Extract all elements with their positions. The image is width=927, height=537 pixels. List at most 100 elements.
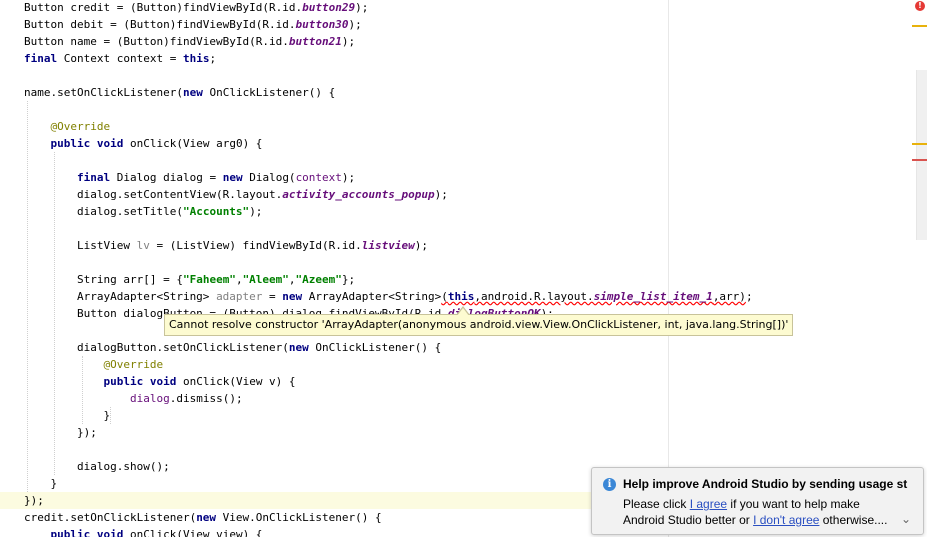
code-token: = <box>262 290 283 303</box>
code-token: button21 <box>288 35 342 48</box>
code-line[interactable] <box>0 441 912 458</box>
code-token: "Accounts" <box>182 205 250 218</box>
code-token: adapter <box>216 290 263 303</box>
code-token: "Aleem" <box>242 273 289 286</box>
code-editor[interactable]: Button credit = (Button)findViewById(R.i… <box>0 0 912 537</box>
code-line[interactable] <box>0 152 912 169</box>
usage-stats-notification: i Help improve Android Studio by sending… <box>591 467 924 535</box>
code-token: simple_list_item_1 <box>593 290 713 303</box>
code-token: String arr[] = { <box>24 273 183 286</box>
code-token: dialogButton.setOnClickListener( <box>24 341 289 354</box>
code-token: ; <box>745 290 753 303</box>
code-token: = (ListView) findViewById(R.id. <box>149 239 362 252</box>
code-line[interactable]: dialog.setTitle("Accounts"); <box>0 203 912 220</box>
code-token: new <box>288 341 309 354</box>
code-token: @Override <box>50 120 111 133</box>
code-token: this <box>447 290 475 303</box>
warning-marker[interactable] <box>912 143 927 145</box>
error-marker[interactable] <box>912 159 927 161</box>
code-line[interactable]: final Dialog dialog = new Dialog(context… <box>0 169 912 186</box>
code-token: ); <box>355 1 369 14</box>
code-token: }; <box>341 273 356 286</box>
code-line[interactable]: Button debit = (Button)findViewById(R.id… <box>0 16 912 33</box>
code-token: ( <box>441 290 448 303</box>
code-line[interactable]: Button credit = (Button)findViewById(R.i… <box>0 0 912 16</box>
code-line[interactable]: @Override <box>0 356 912 373</box>
code-token: final <box>76 171 111 184</box>
warning-marker[interactable] <box>912 25 927 27</box>
error-icon[interactable]: ! <box>915 1 925 11</box>
code-token: ArrayAdapter<String> <box>302 290 442 303</box>
code-line[interactable]: name.setOnClickListener(new OnClickListe… <box>0 84 912 101</box>
code-token: ; <box>209 52 217 65</box>
code-line[interactable]: ArrayAdapter<String> adapter = new Array… <box>0 288 912 305</box>
code-token: OnClickListener() { <box>202 86 336 99</box>
code-token: , <box>235 273 243 286</box>
code-token: dialog.setTitle( <box>24 205 183 218</box>
chevron-down-icon[interactable]: ⌄ <box>899 512 913 526</box>
code-token: Dialog( <box>242 171 296 184</box>
code-token: Context context = <box>57 52 183 65</box>
error-tooltip: Cannot resolve constructor 'ArrayAdapter… <box>164 314 794 336</box>
code-token: ,android.R.layout. <box>474 290 594 303</box>
code-line[interactable]: @Override <box>0 118 912 135</box>
info-icon: i <box>603 478 616 491</box>
code-line[interactable] <box>0 101 912 118</box>
code-token: final <box>24 52 58 65</box>
code-line[interactable]: dialog.setContentView(R.layout.activity_… <box>0 186 912 203</box>
code-line[interactable]: public void onClick(View v) { <box>0 373 912 390</box>
code-token: } <box>24 477 58 490</box>
code-token: new <box>282 290 303 303</box>
code-line[interactable]: Button name = (Button)findViewById(R.id.… <box>0 33 912 50</box>
code-token: ); <box>341 171 356 184</box>
notification-text: Please click <box>623 497 690 511</box>
code-token: dialog.setContentView(R.layout. <box>24 188 283 201</box>
code-line[interactable]: final Context context = this; <box>0 50 912 67</box>
code-token: public void <box>50 137 124 150</box>
code-token: dialog <box>129 392 170 405</box>
notification-line-1: Please click I agree if you want to help… <box>623 497 860 511</box>
code-line[interactable]: }); <box>0 424 912 441</box>
code-token: ); <box>249 205 263 218</box>
code-token: public void <box>50 528 124 537</box>
code-token: credit.setOnClickListener( <box>24 511 197 524</box>
code-token: button30 <box>295 18 349 31</box>
code-token: }); <box>24 426 97 439</box>
code-token: "Azeem" <box>295 273 342 286</box>
code-token: ); <box>341 35 356 48</box>
code-line[interactable]: dialogButton.setOnClickListener(new OnCl… <box>0 339 912 356</box>
code-token: activity_accounts_popup <box>282 188 435 201</box>
code-line[interactable] <box>0 220 912 237</box>
code-line[interactable] <box>0 254 912 271</box>
agree-link[interactable]: I agree <box>690 497 727 511</box>
code-token: }); <box>24 494 44 507</box>
code-token: button29 <box>302 1 356 14</box>
code-token: ); <box>414 239 428 252</box>
code-token: new <box>222 171 243 184</box>
code-token: name.setOnClickListener( <box>24 86 183 99</box>
indent-guide <box>54 152 55 475</box>
code-line[interactable]: ListView lv = (ListView) findViewById(R.… <box>0 237 912 254</box>
notification-text: otherwise.... <box>819 513 888 527</box>
code-token: onClick(View arg0) { <box>123 137 263 150</box>
code-token: OnClickListener() { <box>308 341 442 354</box>
code-line[interactable]: } <box>0 407 912 424</box>
scrollbar-thumb[interactable] <box>916 70 927 240</box>
code-line[interactable]: String arr[] = {"Faheem","Aleem","Azeem"… <box>0 271 912 288</box>
indent-guide <box>82 356 83 424</box>
code-token: this <box>182 52 210 65</box>
notification-text: if you want to help make <box>727 497 860 511</box>
code-line[interactable]: dialog.dismiss(); <box>0 390 912 407</box>
code-line[interactable] <box>0 67 912 84</box>
code-token: context <box>295 171 342 184</box>
code-token: "Faheem" <box>182 273 236 286</box>
code-token: @Override <box>103 358 164 371</box>
code-token: Button name = (Button)findViewById(R.id. <box>24 35 289 48</box>
code-line[interactable]: public void onClick(View arg0) { <box>0 135 912 152</box>
notification-title: Help improve Android Studio by sending u… <box>623 477 908 491</box>
code-token: } <box>24 409 111 422</box>
code-token: onClick(View view) { <box>123 528 263 537</box>
code-token: , <box>288 273 296 286</box>
disagree-link[interactable]: I don't agree <box>753 513 819 527</box>
